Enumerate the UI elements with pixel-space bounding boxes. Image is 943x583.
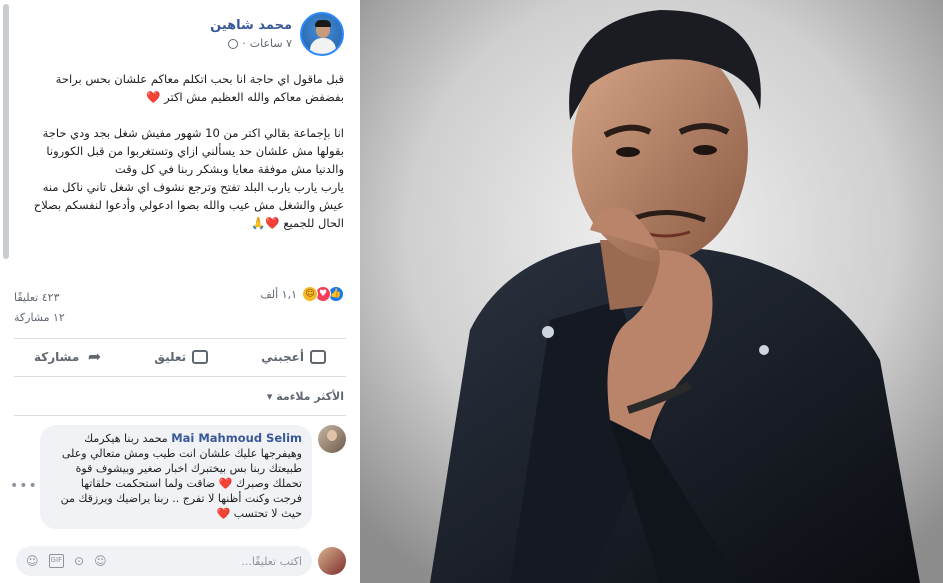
- commenter-avatar[interactable]: [318, 425, 346, 453]
- post-meta: ٧ ساعات ·: [210, 37, 292, 50]
- care-reaction-icon: ☺: [302, 286, 318, 302]
- like-label: أعجبني: [261, 350, 304, 364]
- portrait-illustration: [360, 0, 943, 583]
- reaction-count: ١,١ ألف: [260, 287, 297, 301]
- post-actions: أعجبني تعليق ➦ مشاركة: [14, 340, 346, 374]
- reactions-summary[interactable]: 👍 ♥ ☺ ١,١ ألف: [260, 286, 344, 302]
- comment-button[interactable]: تعليق: [134, 350, 228, 364]
- thumbs-up-icon: [310, 350, 326, 364]
- composer-tools: ☺ GIF ⊙ ☺: [26, 554, 107, 568]
- divider: [14, 338, 346, 339]
- divider: [14, 415, 346, 416]
- share-label: مشاركة: [34, 350, 80, 364]
- like-button[interactable]: أعجبني: [241, 350, 346, 364]
- comments-count[interactable]: ٤٢٣ تعليقًا: [14, 288, 65, 308]
- comment-text: محمد ربنا هيكرمك وهيفرجها عليك علشان انت…: [60, 432, 302, 520]
- comment-bubble: Mai Mahmoud Selim محمد ربنا هيكرمك وهيفر…: [40, 425, 312, 529]
- shares-count[interactable]: ١٢ مشاركة: [14, 308, 65, 328]
- post-paragraph: قبل ماقول اي حاجة انا بحب اتكلم معاكم عل…: [55, 72, 344, 104]
- post-header: محمد شاهين ٧ ساعات ·: [210, 12, 344, 56]
- sticker-icon[interactable]: ☺: [26, 554, 39, 568]
- share-icon: ➦: [87, 347, 102, 366]
- comment-icon: [192, 350, 209, 364]
- post-author[interactable]: محمد شاهين: [210, 18, 292, 33]
- globe-icon: [228, 38, 239, 49]
- share-button[interactable]: ➦ مشاركة: [14, 347, 121, 366]
- scrollbar[interactable]: [3, 4, 9, 259]
- post-pane: محمد شاهين ٧ ساعات · قبل ماقول اي حاجة ا…: [0, 0, 360, 583]
- comment-label: تعليق: [154, 350, 187, 364]
- engagement-counts: ٤٢٣ تعليقًا ١٢ مشاركة: [14, 288, 65, 328]
- gif-icon[interactable]: GIF: [48, 554, 65, 568]
- comment-input[interactable]: اكتب تعليقًا... ☺ GIF ⊙ ☺: [16, 546, 312, 576]
- author-avatar[interactable]: [300, 12, 344, 56]
- comment-item: Mai Mahmoud Selim محمد ربنا هيكرمك وهيفر…: [40, 425, 346, 529]
- post-text: قبل ماقول اي حاجة انا بحب اتكلم معاكم عل…: [16, 70, 344, 232]
- comment-composer: اكتب تعليقًا... ☺ GIF ⊙ ☺: [16, 546, 346, 576]
- emoji-icon[interactable]: ☺: [94, 554, 107, 568]
- divider: [14, 376, 346, 377]
- commenter-name[interactable]: Mai Mahmoud Selim: [171, 431, 302, 445]
- post-paragraph: انا بإجماعة بقالي اكتر من 10 شهور مفيش ش…: [42, 126, 344, 176]
- comment-sort-dropdown[interactable]: الأكثر ملاءمة ▾: [267, 390, 344, 403]
- post-paragraph: يارب يارب يارب البلد تفتح وترجع نشوف اي …: [33, 180, 344, 230]
- more-options-icon[interactable]: •••: [10, 478, 38, 494]
- comment-placeholder: اكتب تعليقًا...: [241, 554, 302, 568]
- camera-icon[interactable]: ⊙: [74, 554, 84, 568]
- post-time[interactable]: ٧ ساعات: [250, 37, 292, 50]
- current-user-avatar: [318, 547, 346, 575]
- post-photo[interactable]: [360, 0, 943, 583]
